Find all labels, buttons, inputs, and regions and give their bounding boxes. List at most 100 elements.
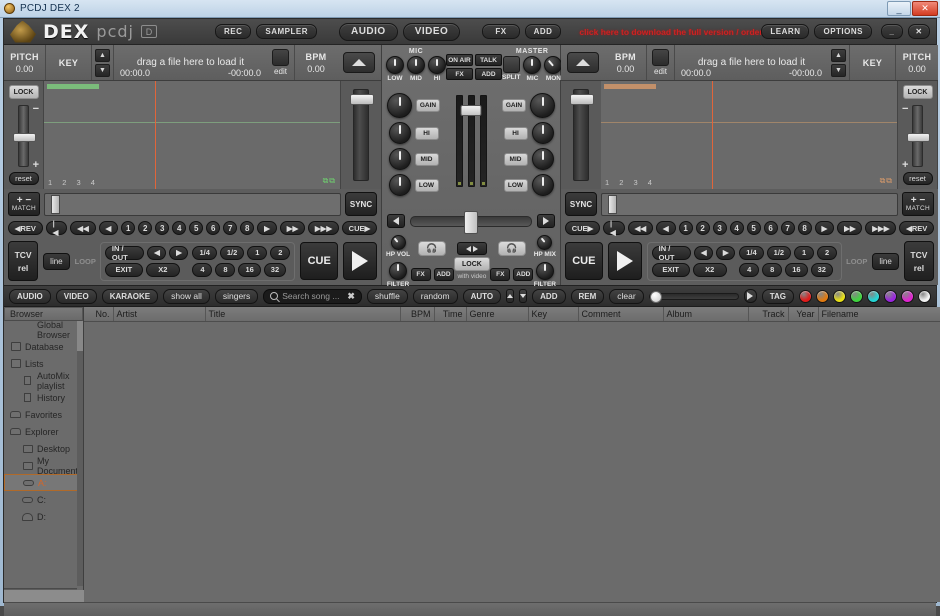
add-left-button[interactable]: ADD xyxy=(433,268,454,281)
cue-point-2[interactable]: 2 xyxy=(695,221,710,235)
loop-size-4[interactable]: 4 xyxy=(192,262,213,277)
crossfader-handle[interactable] xyxy=(464,210,478,234)
loop-size-2[interactable]: 2 xyxy=(270,245,291,260)
deck-right-pitch-slider[interactable]: − + xyxy=(902,103,930,171)
deck-right-rewind-button[interactable]: ◀◀ xyxy=(627,221,653,235)
deck-left-volume-fader[interactable] xyxy=(350,89,374,181)
deck-right-play-button[interactable] xyxy=(607,242,642,280)
deck-right-volume-handle[interactable] xyxy=(570,94,594,105)
deck-left-scrub-bar[interactable] xyxy=(44,192,341,216)
grid-column-comment[interactable]: Comment xyxy=(578,307,664,321)
deck-right-cue-next-button[interactable]: CUE▶ xyxy=(565,221,601,235)
loop-size-1-4[interactable]: 1/4 xyxy=(192,245,217,260)
tree-horizontal-scrollbar[interactable] xyxy=(4,588,159,602)
preview-play-button[interactable] xyxy=(743,289,757,303)
cue-point-8[interactable]: 8 xyxy=(240,221,255,235)
cue-point-5[interactable]: 5 xyxy=(189,221,204,235)
headphone-cue-left-icon[interactable]: 🎧 xyxy=(418,241,446,256)
master-fader-handle[interactable] xyxy=(460,105,482,116)
preview-slider-handle[interactable] xyxy=(649,290,662,303)
tree-item-automix-playlist[interactable]: AutoMix playlist xyxy=(4,371,83,391)
deck-left-loop-inout-button[interactable]: IN / OUT xyxy=(104,244,145,262)
loop-size-4[interactable]: 4 xyxy=(739,262,760,277)
fx-button[interactable]: FX xyxy=(482,24,520,39)
loop-size-32[interactable]: 32 xyxy=(810,262,833,277)
loop-size-16[interactable]: 16 xyxy=(785,262,808,277)
deck-left-rewind-button[interactable]: ◀◀ xyxy=(70,221,96,235)
tag-color-5[interactable] xyxy=(884,289,897,303)
playlist-clear-button[interactable]: clear xyxy=(609,288,644,304)
gain-left-knob[interactable] xyxy=(387,93,412,118)
cue-point-6[interactable]: 6 xyxy=(763,221,778,235)
deck-right-scrub-handle[interactable] xyxy=(608,194,617,214)
clear-search-icon[interactable]: ✖ xyxy=(347,291,355,302)
deck-right-cue-button[interactable]: CUE xyxy=(565,242,603,280)
tree-item-my-documents[interactable]: My Documents xyxy=(4,456,83,476)
tree-item-c[interactable]: C: xyxy=(4,491,83,508)
deck-right-step-back-button[interactable]: ◀ xyxy=(655,221,676,235)
deck-left-loop-prev-button[interactable]: ◀ xyxy=(147,245,167,260)
deck-right-edit-group[interactable]: edit xyxy=(647,45,675,80)
loop-size-8[interactable]: 8 xyxy=(762,262,783,277)
deck-left-play-button[interactable] xyxy=(343,242,377,280)
tree-item-favorites[interactable]: Favorites xyxy=(4,406,83,423)
deck-right-waveform[interactable]: 1 2 3 4 ⧉⧉ xyxy=(601,81,898,189)
loop-size-32[interactable]: 32 xyxy=(263,262,287,277)
deck-left-cue-next-button[interactable]: CUE▶ xyxy=(341,221,377,235)
options-button[interactable]: OPTIONS xyxy=(814,24,872,39)
cue-point-3[interactable]: 3 xyxy=(155,221,170,235)
tag-color-4[interactable] xyxy=(867,289,880,303)
deck-left-line-button[interactable]: line xyxy=(43,252,70,270)
cue-point-3[interactable]: 3 xyxy=(712,221,727,235)
tag-color-2[interactable] xyxy=(833,289,846,303)
monitor-knob[interactable] xyxy=(544,56,563,74)
crossfader-left-button[interactable] xyxy=(387,214,405,228)
tag-color-1[interactable] xyxy=(816,289,829,303)
minimize-button[interactable]: _ xyxy=(887,1,911,16)
mic-mid-knob[interactable] xyxy=(407,56,425,74)
deck-left-loop-exit-button[interactable]: EXIT xyxy=(104,262,143,277)
loop-size-1-4[interactable]: 1/4 xyxy=(739,245,764,260)
toolbar-minimize-button[interactable]: _ xyxy=(881,24,903,39)
fx-right-button[interactable]: FX xyxy=(490,268,511,281)
random-button[interactable]: random xyxy=(412,288,458,304)
tree-item-a[interactable]: A: xyxy=(4,474,83,491)
deck-right-nudge-up-button[interactable]: ▲ xyxy=(831,48,846,62)
grid-column-year[interactable]: Year xyxy=(788,307,819,321)
deck-right-scrub-bar[interactable] xyxy=(601,192,898,216)
tree-item-d[interactable]: D: xyxy=(4,508,83,525)
grid-column-genre[interactable]: Genre xyxy=(466,307,529,321)
cue-point-1[interactable]: 1 xyxy=(678,221,693,235)
grid-column-track[interactable]: Track xyxy=(748,307,789,321)
tree-item-history[interactable]: History xyxy=(4,389,83,406)
deck-right-nudge-down-button[interactable]: ▼ xyxy=(831,63,846,77)
cue-point-8[interactable]: 8 xyxy=(797,221,812,235)
grid-column-album[interactable]: Album xyxy=(663,307,749,321)
deck-right-match-button[interactable]: + − MATCH xyxy=(902,192,934,216)
loop-size-1[interactable]: 1 xyxy=(794,245,815,260)
tag-color-3[interactable] xyxy=(850,289,863,303)
add-right-button[interactable]: ADD xyxy=(513,268,534,281)
grid-column-title[interactable]: Title xyxy=(205,307,401,321)
cue-point-5[interactable]: 5 xyxy=(746,221,761,235)
loop-size-1[interactable]: 1 xyxy=(247,245,268,260)
deck-right-tcv-button[interactable]: TCV rel xyxy=(903,241,934,281)
hp-vol-knob[interactable] xyxy=(390,234,406,250)
hi-left-knob[interactable] xyxy=(388,122,411,144)
deck-right-step-fwd-button[interactable]: ▶ xyxy=(814,221,835,235)
deck-right-pitch-handle[interactable] xyxy=(907,133,930,142)
deck-right-eject-button[interactable] xyxy=(567,52,599,73)
tree-item-explorer[interactable]: Explorer xyxy=(4,423,83,440)
filter-right-knob[interactable] xyxy=(535,261,554,280)
hi-right-knob[interactable] xyxy=(531,122,554,144)
move-up-button[interactable] xyxy=(506,289,515,303)
tree-vertical-scrollbar[interactable] xyxy=(76,321,83,586)
deck-left-start-button[interactable]: |◀ xyxy=(45,219,68,237)
split-button[interactable] xyxy=(502,56,520,73)
loop-size-2[interactable]: 2 xyxy=(817,245,838,260)
show-all-button[interactable]: show all xyxy=(163,288,210,304)
filter-video-button[interactable]: VIDEO xyxy=(55,288,97,304)
deck-left-pitch-slider[interactable]: − + xyxy=(13,103,39,171)
master-mic-knob[interactable] xyxy=(523,56,542,74)
shuffle-button[interactable]: shuffle xyxy=(366,288,408,304)
